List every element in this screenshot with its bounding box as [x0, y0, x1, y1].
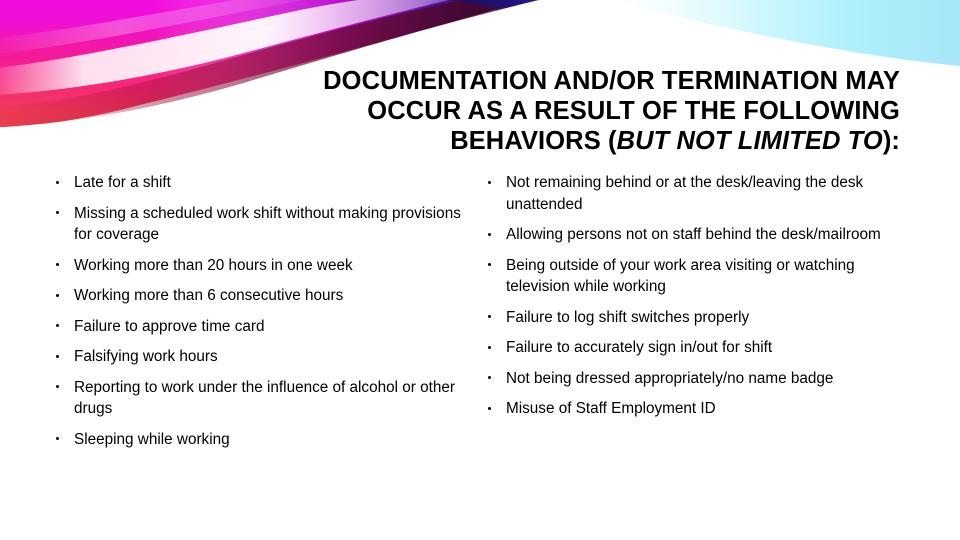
bullet-dot-icon	[56, 293, 60, 297]
page-title: DOCUMENTATION AND/OR TERMINATION MAY OCC…	[60, 66, 900, 156]
list-item: Failure to approve time card	[52, 316, 462, 338]
bullet-dot-icon	[488, 345, 492, 349]
bullet-dot-icon	[56, 211, 60, 215]
right-bullet-list: Not remaining behind or at the desk/leav…	[484, 172, 908, 420]
bullet-dot-icon	[56, 263, 60, 267]
list-item: Being outside of your work area visiting…	[484, 255, 908, 298]
bullet-dot-icon	[56, 324, 60, 328]
list-item-label: Falsifying work hours	[74, 348, 218, 365]
list-item-label: Misuse of Staff Employment ID	[506, 400, 716, 417]
bullet-dot-icon	[488, 315, 492, 319]
swoosh-navy-band	[448, 0, 960, 62]
list-item: Not being dressed appropriately/no name …	[484, 368, 908, 390]
list-item-label: Being outside of your work area visiting…	[506, 256, 855, 296]
list-item: Working more than 20 hours in one week	[52, 255, 462, 277]
list-item: Missing a scheduled work shift without m…	[52, 203, 462, 246]
bullet-dot-icon	[56, 385, 60, 389]
title-line-2: OCCUR AS A RESULT OF THE FOLLOWING	[367, 97, 900, 125]
list-item: Late for a shift	[52, 172, 462, 194]
bullet-dot-icon	[488, 376, 492, 380]
swoosh-deep-blue-stripe	[855, 0, 960, 50]
list-item: Failure to log shift switches properly	[484, 307, 908, 329]
swoosh-navy-edge-stripe	[911, 0, 960, 34]
list-item-label: Not being dressed appropriately/no name …	[506, 369, 834, 387]
bullet-dot-icon	[488, 406, 492, 410]
swoosh-cyan-haze	[608, 0, 960, 66]
left-bullet-list: Late for a shift Missing a scheduled wor…	[52, 172, 462, 450]
list-item: Allowing persons not on staff behind the…	[484, 224, 908, 246]
list-item-label: Working more than 6 consecutive hours	[74, 287, 344, 304]
list-item: Reporting to work under the influence of…	[52, 377, 462, 420]
swoosh-white-highlight-secondary	[0, 0, 303, 54]
swoosh-cyan-wedge	[611, 0, 960, 58]
list-item-label: Sleeping while working	[74, 430, 230, 448]
bullet-dot-icon	[56, 437, 60, 441]
list-item: Sleeping while working	[52, 429, 462, 451]
title-line-1: DOCUMENTATION AND/OR TERMINATION MAY	[323, 67, 900, 95]
list-item-label: Not remaining behind or at the desk/leav…	[506, 174, 864, 213]
bullet-dot-icon	[488, 263, 492, 267]
list-item: Falsifying work hours	[52, 346, 462, 368]
list-item-label: Failure to accurately sign in/out for sh…	[506, 339, 773, 356]
right-bullet-column: Not remaining behind or at the desk/leav…	[484, 172, 908, 420]
title-prefix: BEHAVIORS (	[450, 127, 617, 155]
list-item-label: Missing a scheduled work shift without m…	[74, 204, 461, 244]
list-item: Not remaining behind or at the desk/leav…	[484, 172, 908, 215]
list-item: Misuse of Staff Employment ID	[484, 398, 908, 420]
list-item: Working more than 6 consecutive hours	[52, 285, 462, 307]
title-suffix: ):	[882, 127, 900, 155]
list-item-label: Failure to approve time card	[74, 317, 265, 335]
title-line-3: BEHAVIORS (BUT NOT LIMITED TO):	[60, 126, 900, 156]
list-item-label: Late for a shift	[74, 174, 171, 191]
list-item-label: Working more than 20 hours in one week	[74, 256, 353, 274]
list-item-label: Failure to log shift switches properly	[506, 308, 750, 326]
bullet-dot-icon	[56, 354, 60, 358]
left-bullet-column: Late for a shift Missing a scheduled wor…	[52, 172, 462, 450]
title-emphasis: BUT NOT LIMITED TO	[616, 127, 883, 155]
slide-canvas: DOCUMENTATION AND/OR TERMINATION MAY OCC…	[0, 0, 960, 540]
bullet-dot-icon	[488, 180, 492, 184]
list-item: Failure to accurately sign in/out for sh…	[484, 337, 908, 359]
list-item-label: Reporting to work under the influence of…	[74, 378, 455, 418]
bullet-dot-icon	[488, 232, 492, 236]
bullet-dot-icon	[56, 180, 60, 184]
list-item-label: Allowing persons not on staff behind the…	[506, 226, 881, 243]
